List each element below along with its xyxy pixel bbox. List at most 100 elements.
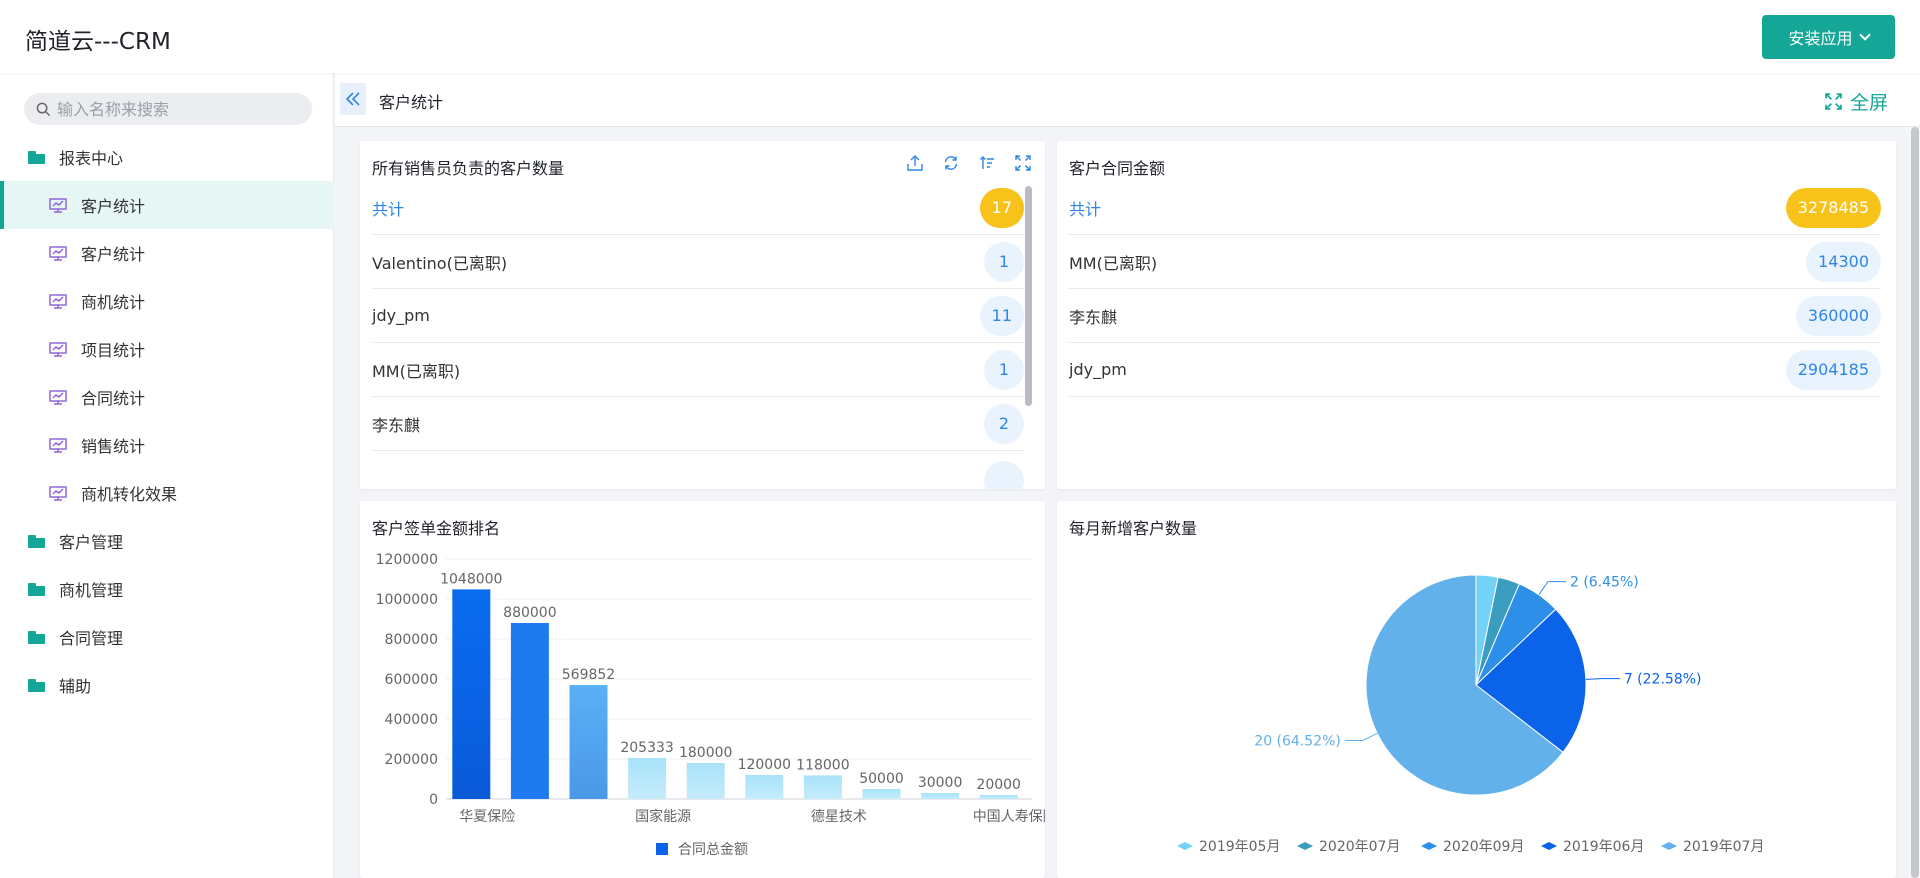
x-tick-label: 国家能源 — [635, 808, 691, 825]
table-row[interactable]: jdy_pm 2904185 — [1069, 343, 1881, 397]
sort-icon[interactable] — [979, 155, 995, 171]
legend-label: 2019年05月 — [1199, 839, 1280, 855]
bar-value-label: 205333 — [620, 740, 673, 756]
table-row[interactable]: 李东麒 360000 — [1069, 289, 1881, 343]
row-label: MM(已离职) — [1069, 253, 1158, 273]
folder-icon — [28, 582, 45, 596]
folder-icon — [28, 150, 45, 164]
total-badge: 3278485 — [1785, 187, 1881, 228]
sidebar-report-item[interactable]: 项目统计 — [0, 325, 334, 373]
table-row[interactable]: MM(已离职) 1 — [372, 343, 1024, 397]
pie-label-line — [1344, 732, 1378, 741]
table-row[interactable]: jdy_pm 11 — [372, 289, 1024, 343]
sidebar-item-label: 商机转化效果 — [81, 485, 178, 504]
sidebar-folder[interactable]: 商机管理 — [0, 565, 334, 613]
panel-title: 所有销售员负责的客户数量 — [372, 159, 565, 178]
legend-label: 合同总金额 — [678, 842, 748, 858]
fullscreen-button[interactable]: 全屏 — [1825, 88, 1888, 115]
bar[interactable] — [686, 763, 725, 799]
sidebar-report-item[interactable]: 销售统计 — [0, 421, 334, 469]
fullscreen-label: 全屏 — [1849, 92, 1888, 114]
row-label: 李东麒 — [1069, 307, 1118, 327]
collapse-sidebar-button[interactable] — [340, 83, 366, 115]
sidebar-report-item[interactable]: 合同统计 — [0, 373, 334, 421]
pie-slice-label: 20 (64.52%) — [1254, 733, 1341, 749]
table-row[interactable]: Valentino(已离职) 1 — [372, 235, 1024, 289]
row-value-badge: 1 — [984, 349, 1024, 390]
bar-chart: 0200000400000600000800000100000012000001… — [376, 552, 1045, 858]
report-icon — [49, 485, 67, 501]
y-tick-label: 0 — [429, 792, 438, 808]
sidebar-folder[interactable]: 客户管理 — [0, 517, 334, 565]
sidebar-item-label: 商机管理 — [59, 581, 124, 600]
refresh-icon[interactable] — [943, 155, 959, 171]
sidebar-report-item[interactable]: 客户统计 — [0, 181, 334, 229]
y-tick-label: 800000 — [385, 632, 438, 648]
bar[interactable] — [745, 775, 784, 799]
bar[interactable] — [803, 775, 842, 799]
export-icon[interactable] — [907, 155, 923, 171]
install-app-button[interactable]: 安装应用 — [1762, 15, 1895, 59]
y-tick-label: 1200000 — [376, 552, 438, 568]
folder-icon — [28, 630, 45, 644]
sidebar-report-item[interactable]: 商机统计 — [0, 277, 334, 325]
bar[interactable] — [921, 793, 960, 799]
sidebar-item-label: 客户管理 — [59, 533, 124, 552]
total-badge: 17 — [979, 187, 1024, 228]
report-icon — [49, 293, 67, 309]
pie-slice-label: 7 (22.58%) — [1624, 672, 1702, 688]
sidebar-item-label: 项目统计 — [81, 341, 146, 360]
bar[interactable] — [628, 757, 667, 799]
report-icon — [49, 389, 67, 405]
bar-value-label: 30000 — [918, 775, 963, 791]
partial-row — [372, 451, 1024, 489]
sidebar-item-label: 商机统计 — [81, 293, 146, 312]
contract-amount-panel: 客户合同金额 共计 3278485 MM(已离职) 14300 李东麒 360000 j… — [1057, 141, 1896, 489]
bar[interactable] — [979, 795, 1018, 799]
bar[interactable] — [510, 623, 549, 799]
sidebar-folder[interactable]: 合同管理 — [0, 613, 334, 661]
legend-swatch — [1421, 842, 1437, 850]
panel-scrollbar[interactable] — [1025, 186, 1032, 406]
customer-count-panel: 所有销售员负责的客户数量 共计 17 Valentino(已离职) 1 jdy_pm… — [360, 141, 1045, 489]
bar-value-label: 880000 — [503, 605, 556, 621]
fullscreen-icon — [1825, 93, 1842, 110]
search-box[interactable] — [24, 93, 312, 125]
bar[interactable] — [452, 589, 491, 799]
sidebar-item-label: 客户统计 — [81, 245, 146, 264]
row-value-badge: 14300 — [1806, 241, 1881, 282]
row-label: 李东麒 — [372, 415, 421, 435]
sidebar-item-label: 报表中心 — [59, 149, 124, 168]
legend-swatch — [1661, 842, 1677, 850]
row-value-badge: 2904185 — [1785, 349, 1881, 390]
pie-chart: 2 (6.45%) 7 (22.58%) 20 (64.52%) 2019年05月 20… — [1177, 574, 1764, 855]
main-scrollbar[interactable] — [1911, 127, 1919, 878]
bar-value-label: 1048000 — [440, 571, 502, 587]
bar-value-label: 20000 — [976, 777, 1021, 793]
bar-value-label: 569852 — [562, 667, 615, 683]
report-icon — [49, 197, 67, 213]
bar-value-label: 180000 — [679, 745, 732, 761]
sidebar-item-label: 合同管理 — [59, 629, 124, 648]
row-value-badge: 1 — [984, 241, 1024, 282]
total-row: 共计 17 — [372, 181, 1024, 235]
content-header: 客户统计 全屏 — [335, 73, 1920, 127]
breadcrumb: 客户统计 — [379, 93, 444, 112]
monthly-chart-panel: 每月新增客户数量 2 (6.45%) 7 (22.58%) 20 (64.52%) 2… — [1057, 501, 1896, 878]
sidebar-folder[interactable]: 报表中心 — [0, 133, 334, 181]
legend-swatch — [1177, 842, 1193, 850]
legend-label: 2019年07月 — [1683, 839, 1764, 855]
table-row[interactable]: MM(已离职) 14300 — [1069, 235, 1881, 289]
sidebar-folder[interactable]: 辅助 — [0, 661, 334, 709]
sidebar-report-item[interactable]: 商机转化效果 — [0, 469, 334, 517]
table-row[interactable]: 李东麒 2 — [372, 397, 1024, 451]
bar[interactable] — [862, 789, 901, 799]
legend-label: 2019年06月 — [1563, 839, 1644, 855]
x-tick-label: 中国人寿保险 — [973, 808, 1045, 825]
expand-icon[interactable] — [1015, 155, 1031, 171]
report-icon — [49, 341, 67, 357]
sidebar-report-item[interactable]: 客户统计 — [0, 229, 334, 277]
search-input[interactable] — [57, 99, 297, 119]
row-value-badge: 360000 — [1795, 295, 1881, 336]
bar[interactable] — [569, 685, 608, 799]
